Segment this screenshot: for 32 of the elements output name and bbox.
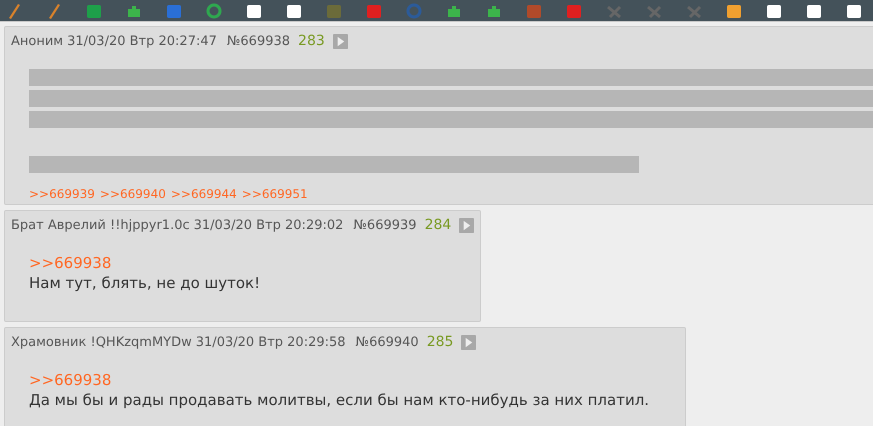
- ring-icon[interactable]: [206, 2, 222, 18]
- pen-icon[interactable]: [6, 2, 22, 18]
- square-icon[interactable]: [286, 2, 302, 18]
- post-author: Храмовник !QHKzqmMYDw: [11, 334, 192, 350]
- square-icon[interactable]: [846, 2, 862, 18]
- post-date: 31/03/20 Втр 20:29:58: [196, 334, 346, 350]
- post-ordinal: 285: [426, 334, 454, 350]
- play-icon[interactable]: [332, 34, 348, 48]
- pen-icon[interactable]: [46, 2, 62, 18]
- square-icon[interactable]: [766, 2, 782, 18]
- quote-link[interactable]: >>669938: [29, 370, 650, 390]
- square-icon[interactable]: [726, 2, 742, 18]
- post-text: Да мы бы и рады продавать молитвы, если бы нам кто-нибудь за них платил.: [29, 390, 650, 410]
- post-ordinal: 284: [424, 217, 452, 233]
- reply-link[interactable]: >>669944: [170, 187, 237, 201]
- reply-link[interactable]: >>669939: [29, 187, 95, 201]
- reply-link[interactable]: >>669951: [242, 187, 308, 201]
- post-ordinal: 283: [298, 33, 325, 49]
- square-icon[interactable]: [246, 2, 262, 18]
- play-icon[interactable]: [461, 334, 476, 350]
- post-text: Нам тут, блять, не до шуток!: [29, 273, 262, 293]
- post-number[interactable]: №669939: [353, 218, 417, 232]
- post-date: 31/03/20 Втр 20:29:02: [194, 218, 344, 232]
- reply-link[interactable]: >>669940: [100, 187, 166, 201]
- post-number[interactable]: №669940: [356, 334, 419, 350]
- post-date: 31/03/20 Втр 20:27:47: [67, 34, 217, 48]
- play-icon[interactable]: [459, 218, 474, 232]
- post-number[interactable]: №669938: [226, 34, 290, 48]
- square-icon[interactable]: [806, 2, 822, 18]
- post-author: Аноним: [11, 34, 64, 48]
- quote-link[interactable]: >>669938: [29, 253, 444, 273]
- post-author: Брат Аврелий !!hjppyr1.0c: [11, 218, 190, 232]
